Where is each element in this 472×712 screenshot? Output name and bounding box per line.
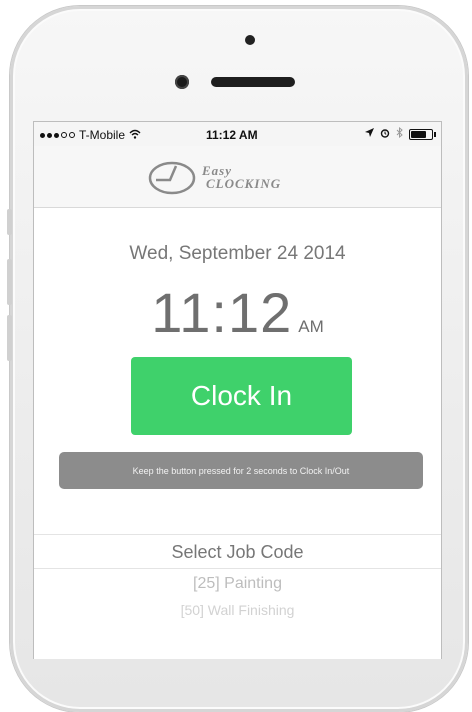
time-ampm: AM <box>298 317 324 336</box>
picker-divider-bottom <box>34 568 441 569</box>
volume-up-button <box>7 259 12 305</box>
earpiece-speaker <box>211 77 295 87</box>
signal-strength-icon <box>40 132 75 138</box>
current-date: Wed, September 24 2014 <box>129 243 346 264</box>
picker-divider-top <box>34 534 441 535</box>
location-arrow-icon <box>365 128 374 140</box>
job-code-picker-label[interactable]: Select Job Code <box>34 542 441 563</box>
carrier-name: T-Mobile <box>79 128 126 142</box>
job-code-option[interactable]: [25] Painting <box>34 575 441 593</box>
alarm-icon <box>380 128 390 141</box>
app-logo-text: Easy Clocking <box>202 164 281 190</box>
hint-banner: Keep the button pressed for 2 seconds to… <box>59 452 423 489</box>
bluetooth-icon <box>396 126 403 141</box>
carrier-group: T-Mobile <box>40 128 141 142</box>
proximity-sensor <box>245 35 255 45</box>
clock-logo-icon <box>148 161 196 195</box>
job-code-option[interactable]: [50] Wall Finishing <box>34 602 441 618</box>
phone-screen: T-Mobile 11:12 AM Easy CLOCKING Wed, Sep… <box>33 121 442 659</box>
battery-icon <box>409 128 436 140</box>
clock-in-button[interactable]: Clock In <box>131 357 352 435</box>
app-header: Easy Clocking <box>34 146 441 208</box>
app-logo: Easy Clocking <box>146 156 326 200</box>
status-time: 11:12 AM <box>206 128 258 142</box>
volume-down-button <box>7 315 12 361</box>
current-time: 11:12 AM <box>34 280 441 345</box>
status-icons <box>365 126 436 141</box>
mute-switch <box>7 209 12 235</box>
status-bar: T-Mobile 11:12 AM <box>34 122 441 146</box>
logo-word-clocking: Clocking <box>206 176 282 191</box>
wifi-icon <box>129 129 141 142</box>
time-digits: 11:12 <box>151 281 293 344</box>
front-camera <box>175 75 189 89</box>
